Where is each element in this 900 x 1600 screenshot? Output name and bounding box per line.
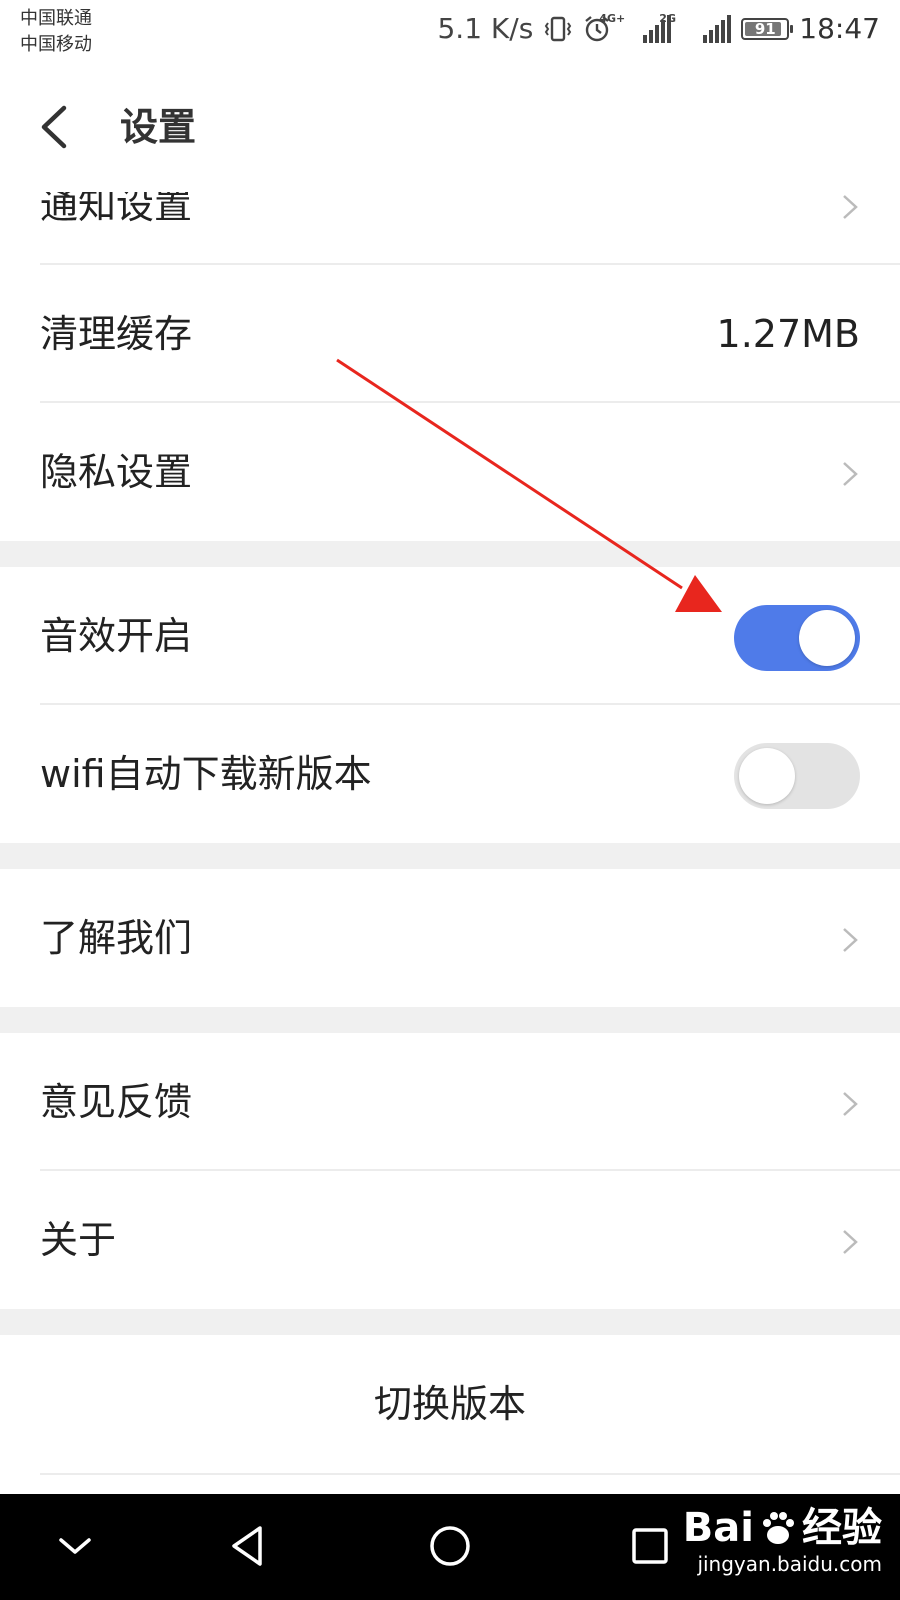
switch-version-row: 切换版本 xyxy=(0,1335,900,1475)
switch-version-button[interactable]: 切换版本 xyxy=(0,1379,900,1429)
watermark-logo: Bai 经验 xyxy=(683,1504,882,1552)
home-circle-icon[interactable] xyxy=(420,1516,480,1576)
battery-level: 91 xyxy=(754,19,776,38)
setting-privacy[interactable]: 隐私设置 xyxy=(0,403,900,541)
watermark-url: jingyan.baidu.com xyxy=(697,1552,882,1576)
chevron-right-icon xyxy=(843,195,858,219)
chevron-right-icon xyxy=(843,928,858,952)
back-triangle-icon[interactable] xyxy=(218,1516,278,1576)
page-title: 设置 xyxy=(120,105,197,149)
carrier-info: 中国联通 中国移动 xyxy=(20,6,92,58)
cache-size: 1.27MB xyxy=(716,312,860,356)
sound-toggle[interactable] xyxy=(734,605,860,671)
status-bar: 中国联通 中国移动 5.1 K/s 4G+ 2G 91 18:47 xyxy=(0,0,900,62)
chevron-right-icon xyxy=(843,1230,858,1254)
paw-icon xyxy=(763,1512,794,1544)
app-header: 设置 xyxy=(0,62,900,192)
setting-label: 隐私设置 xyxy=(40,450,193,494)
setting-label: 了解我们 xyxy=(40,916,193,960)
divider xyxy=(40,1473,900,1475)
setting-about-us[interactable]: 了解我们 xyxy=(0,869,900,1007)
setting-label: 意见反馈 xyxy=(40,1080,193,1124)
toggle-knob xyxy=(799,610,855,666)
signal-2: 2G xyxy=(659,13,732,43)
carrier-2: 中国移动 xyxy=(20,34,92,55)
settings-list: 通知设置 清理缓存 1.27MB 隐私设置 音效开启 wifi自动下载新版本 了… xyxy=(0,150,900,1475)
watermark-suffix: 经验 xyxy=(802,1505,882,1551)
section-gap xyxy=(0,1007,900,1033)
battery-icon: 91 xyxy=(741,17,794,40)
setting-clear-cache[interactable]: 清理缓存 1.27MB xyxy=(0,265,900,403)
status-icons: 5.1 K/s 4G+ 2G 91 18:47 xyxy=(437,12,880,45)
setting-label: 关于 xyxy=(40,1218,117,1262)
section-gap xyxy=(0,1309,900,1335)
signal-bars-2-icon xyxy=(703,14,732,43)
baidu-watermark: Bai 经验 jingyan.baidu.com xyxy=(683,1504,882,1576)
setting-feedback[interactable]: 意见反馈 xyxy=(0,1033,900,1171)
section-gap xyxy=(0,541,900,567)
chevron-right-icon xyxy=(843,1092,858,1116)
toggle-knob xyxy=(739,748,795,804)
setting-sound: 音效开启 xyxy=(0,567,900,705)
setting-label: 清理缓存 xyxy=(40,312,193,356)
setting-about[interactable]: 关于 xyxy=(0,1171,900,1309)
network-type-2: 2G xyxy=(659,11,676,25)
section-gap xyxy=(0,843,900,869)
system-nav-bar: Bai 经验 jingyan.baidu.com xyxy=(0,1494,900,1600)
chevron-right-icon xyxy=(843,462,858,486)
watermark-brand: Bai xyxy=(682,1505,754,1551)
back-arrow-icon[interactable] xyxy=(30,102,80,152)
setting-label: wifi自动下载新版本 xyxy=(40,752,372,796)
wifi-update-toggle[interactable] xyxy=(734,743,860,809)
recents-square-icon[interactable] xyxy=(620,1516,680,1576)
network-type-1: 4G+ xyxy=(599,11,626,25)
setting-label: 音效开启 xyxy=(40,614,193,658)
clock: 18:47 xyxy=(799,12,880,45)
network-speed: 5.1 K/s xyxy=(437,12,534,45)
carrier-1: 中国联通 xyxy=(20,8,92,29)
vibrate-icon xyxy=(545,16,572,41)
setting-wifi-update: wifi自动下载新版本 xyxy=(0,705,900,843)
hide-keyboard-icon[interactable] xyxy=(45,1516,105,1576)
